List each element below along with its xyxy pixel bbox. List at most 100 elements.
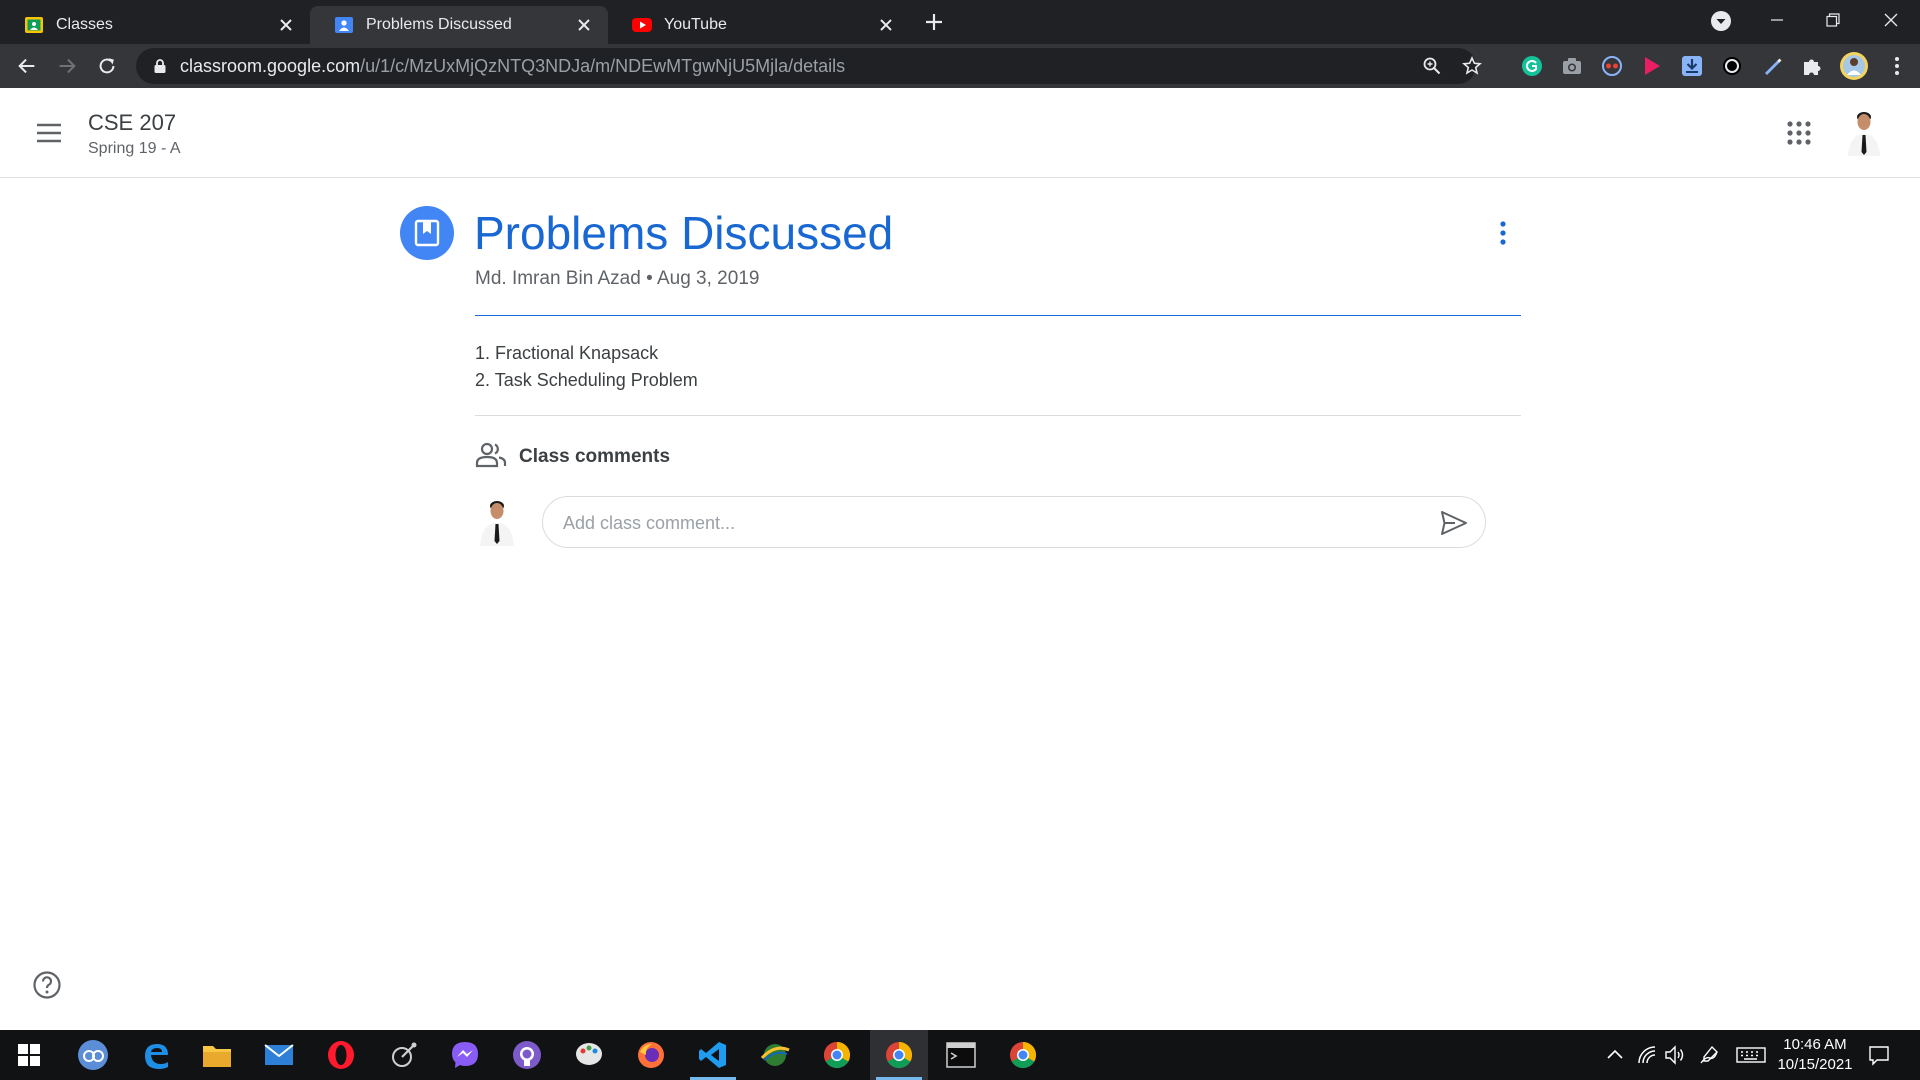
- lock-icon[interactable]: [152, 58, 168, 74]
- profile-avatar-icon[interactable]: [1839, 51, 1869, 81]
- chrome-icon: [1010, 1041, 1037, 1069]
- list-item: 1. Fractional Knapsack: [475, 343, 659, 363]
- globe-icon: [760, 1044, 790, 1066]
- classroom-header: CSE 207 Spring 19 - A: [0, 88, 1920, 178]
- new-tab-icon[interactable]: [922, 10, 946, 34]
- paint-icon: [576, 1043, 602, 1065]
- people-icon: [475, 442, 507, 468]
- taskbar-file-explorer[interactable]: [188, 1030, 246, 1080]
- github-icon: [513, 1041, 541, 1069]
- taskbar-messenger[interactable]: [436, 1030, 494, 1080]
- url-host: classroom.google.com: [180, 55, 361, 76]
- camera-icon[interactable]: [1561, 55, 1583, 77]
- system-clock[interactable]: 10:46 AM 10/15/2021: [1765, 1035, 1865, 1075]
- forward-button[interactable]: [53, 52, 81, 80]
- taskbar-chrome-active[interactable]: [870, 1030, 928, 1080]
- post-author: Md. Imran Bin Azad: [475, 268, 641, 289]
- close-window-button[interactable]: [1874, 6, 1908, 34]
- address-bar[interactable]: classroom.google.com/u/1/c/MzUxMjQzNTQ3N…: [136, 48, 1482, 84]
- taskbar-vscode[interactable]: [684, 1030, 742, 1080]
- post-date: Aug 3, 2019: [656, 268, 760, 289]
- reload-button[interactable]: [93, 52, 121, 80]
- vscode-icon: [699, 1042, 726, 1068]
- taskbar-chrome-profile[interactable]: [994, 1030, 1052, 1080]
- list-item: 2. Task Scheduling Problem: [475, 370, 698, 390]
- youtube-icon: [632, 18, 652, 32]
- close-icon[interactable]: [574, 15, 594, 35]
- title-divider: [475, 315, 1521, 316]
- windows-taskbar: 10:46 AM 10/15/2021: [0, 1030, 1920, 1080]
- post-meta: Md. Imran Bin Azad • Aug 3, 2019: [475, 268, 759, 290]
- clock-date: 10/15/2021: [1777, 1056, 1853, 1073]
- taskbar-app[interactable]: [746, 1030, 804, 1080]
- pen-workspace-icon[interactable]: [1698, 1044, 1720, 1066]
- chrome-icon: [823, 1041, 851, 1069]
- tab-classes[interactable]: Classes: [0, 6, 310, 44]
- taskbar-chrome[interactable]: [808, 1030, 866, 1080]
- zoom-icon[interactable]: [1422, 56, 1442, 76]
- material-icon: [400, 206, 454, 260]
- comment-input[interactable]: [563, 509, 1423, 537]
- grammarly-icon[interactable]: [1521, 55, 1543, 77]
- more-vert-icon[interactable]: [1886, 55, 1908, 77]
- menu-icon[interactable]: [34, 118, 64, 148]
- class-section: Spring 19 - A: [88, 140, 181, 157]
- comments-divider: [475, 415, 1521, 416]
- app-circle-icon: [78, 1040, 108, 1070]
- extension-icon[interactable]: [1601, 55, 1623, 77]
- tab-title: Classes: [56, 16, 113, 33]
- taskbar-opera[interactable]: [312, 1030, 370, 1080]
- browser-tab-strip: Classes Problems Discussed YouTube: [0, 0, 1920, 44]
- more-options-icon[interactable]: [1490, 218, 1516, 248]
- tab-search-icon[interactable]: [1709, 9, 1733, 33]
- download-icon[interactable]: [1681, 55, 1703, 77]
- reload-icon: [99, 58, 115, 74]
- tab-title: YouTube: [664, 16, 727, 33]
- back-button[interactable]: [13, 52, 41, 80]
- chevron-up-icon[interactable]: [1604, 1044, 1626, 1066]
- arrow-right-icon: [59, 58, 76, 74]
- taskbar-app[interactable]: [374, 1030, 432, 1080]
- tab-youtube[interactable]: YouTube: [608, 6, 910, 44]
- puzzle-icon[interactable]: [1801, 55, 1823, 77]
- minimize-button[interactable]: [1760, 6, 1794, 34]
- restore-icon: [1826, 13, 1840, 27]
- play-icon[interactable]: [1641, 55, 1663, 77]
- notification-icon[interactable]: [1868, 1044, 1890, 1066]
- close-icon[interactable]: [276, 15, 296, 35]
- bookmark-star-icon[interactable]: [1462, 56, 1482, 76]
- user-avatar[interactable]: [1842, 108, 1886, 156]
- taskbar-edge[interactable]: [127, 1030, 185, 1080]
- user-avatar: [474, 498, 520, 546]
- arrow-left-icon: [18, 58, 35, 74]
- taskbar-github[interactable]: [498, 1030, 556, 1080]
- page-title: Problems Discussed: [474, 207, 894, 259]
- taskbar-app[interactable]: [64, 1030, 122, 1080]
- restore-button[interactable]: [1816, 6, 1850, 34]
- pen-icon[interactable]: [1761, 55, 1783, 77]
- help-icon[interactable]: [32, 970, 62, 1000]
- satellite-icon: [392, 1042, 417, 1067]
- wifi-icon[interactable]: [1636, 1044, 1658, 1066]
- keyboard-icon[interactable]: [1736, 1044, 1766, 1066]
- tab-problems-discussed[interactable]: Problems Discussed: [310, 6, 608, 44]
- taskbar-mail[interactable]: [250, 1030, 308, 1080]
- apps-grid-icon[interactable]: [1786, 120, 1812, 146]
- taskbar-firefox[interactable]: [622, 1030, 680, 1080]
- taskbar-terminal[interactable]: [932, 1030, 990, 1080]
- speaker-icon[interactable]: [1664, 1044, 1686, 1066]
- close-icon[interactable]: [876, 15, 896, 35]
- class-name[interactable]: CSE 207: [88, 110, 176, 136]
- extension-icon[interactable]: [1721, 55, 1743, 77]
- classroom-blue-icon: [335, 17, 353, 33]
- send-icon[interactable]: [1439, 509, 1469, 537]
- tab-title: Problems Discussed: [366, 16, 512, 33]
- start-button[interactable]: [0, 1030, 58, 1080]
- url-path: /u/1/c/MzUxMjQzNTQ3NDJa/m/NDEwMTgwNjU5Mj…: [360, 55, 846, 76]
- comment-box: [542, 496, 1486, 548]
- clock-time: 10:46 AM: [1783, 1036, 1847, 1053]
- edge-icon: [145, 1044, 168, 1069]
- taskbar-paint[interactable]: [560, 1030, 618, 1080]
- folder-icon: [203, 1046, 231, 1067]
- comments-heading: Class comments: [519, 446, 671, 467]
